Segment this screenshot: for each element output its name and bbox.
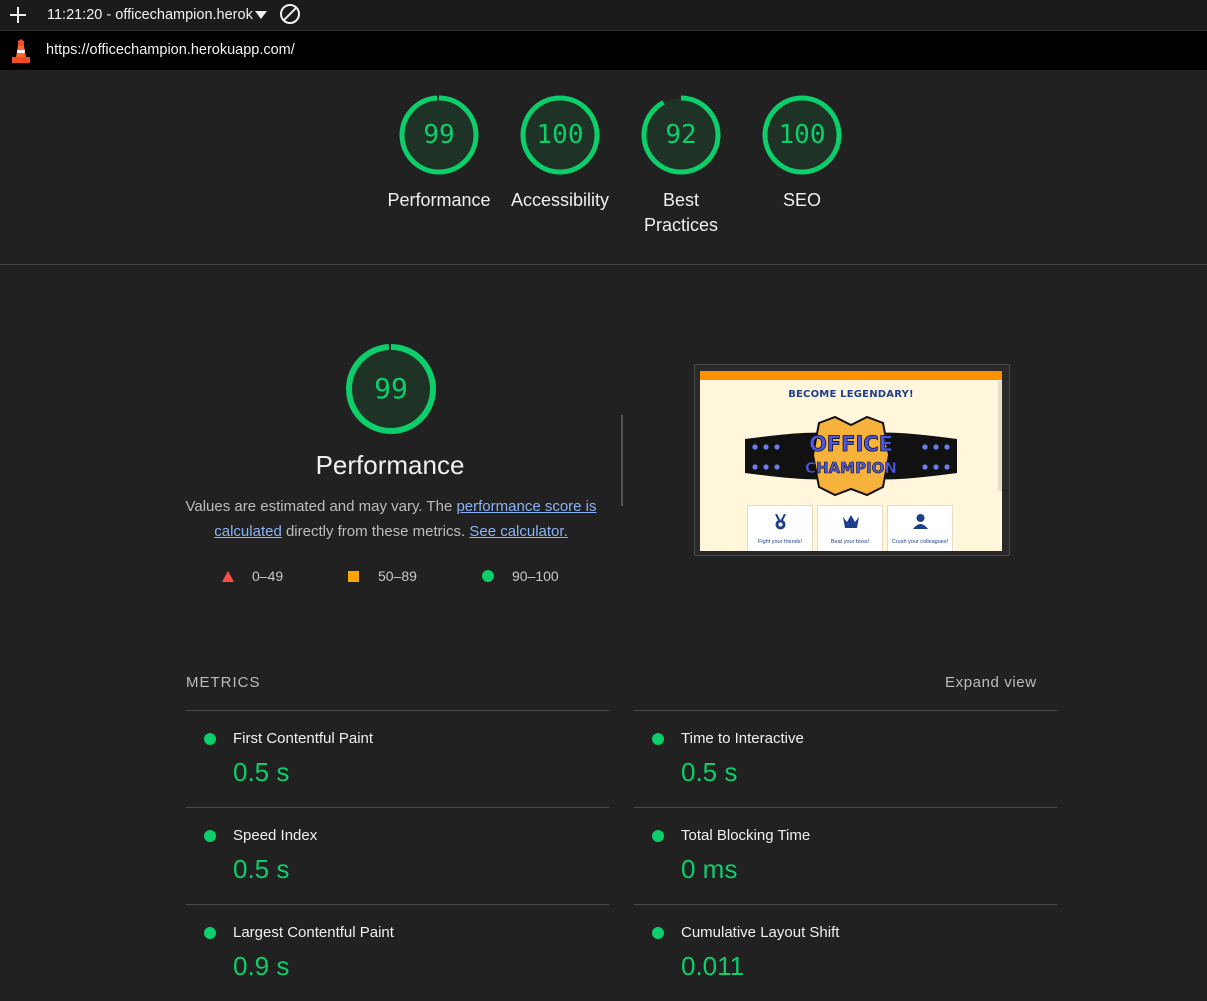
metric-value: 0.5 s	[681, 757, 738, 787]
metric-value: 0.011	[681, 951, 745, 981]
block-button[interactable]	[277, 1, 303, 27]
pass-circle-icon	[652, 830, 664, 842]
metric-largest-contentful-paint: Largest Contentful Paint 0.9 s	[186, 904, 609, 1001]
metric-total-blocking-time: Total Blocking Time 0 ms	[634, 807, 1057, 904]
user-icon	[913, 514, 928, 529]
performance-title: Performance	[315, 450, 465, 480]
gauge-label: Accessibility	[510, 190, 610, 210]
expand-view-button[interactable]: Expand view	[945, 674, 1037, 691]
metric-name: First Contentful Paint	[233, 730, 374, 747]
screenshot-navbar	[700, 371, 1002, 380]
pass-circle-icon	[652, 733, 664, 745]
address-bar[interactable]: https://officechampion.herokuapp.com/	[0, 31, 1207, 70]
gauge-label: Best Practices	[643, 190, 719, 235]
plus-icon	[10, 7, 26, 23]
performance-score: 99	[374, 372, 408, 405]
metrics-title: METRICS	[186, 674, 261, 691]
circle-icon	[482, 570, 494, 582]
gauge-ring: 100	[761, 94, 843, 176]
gauge-score: 92	[665, 120, 697, 150]
gauge-accessibility[interactable]: 100 Accessibility	[500, 94, 620, 213]
screenshot-card: Fight your friends!	[747, 505, 813, 551]
metric-name: Cumulative Layout Shift	[681, 924, 840, 941]
see-calculator-link[interactable]: See calculator.	[469, 523, 567, 540]
metric-speed-index: Speed Index 0.5 s	[186, 807, 609, 904]
caret-down-icon[interactable]	[253, 7, 269, 23]
metric-name: Largest Contentful Paint	[233, 924, 394, 941]
tab-title: 11:21:20 - officechampion.herokuapp.com	[47, 7, 253, 23]
metric-value: 0.5 s	[233, 854, 290, 884]
legend-fail: 0–49	[222, 566, 283, 586]
final-screenshot[interactable]: BECOME LEGENDARY! OFFICE CHAMPION Fight …	[694, 364, 1010, 556]
belt-text-top: OFFICE	[809, 432, 893, 456]
legend-range: 90–100	[512, 568, 559, 584]
gauge-score: 100	[536, 120, 584, 150]
legend-pass: 90–100	[482, 566, 559, 586]
crown-icon	[843, 515, 859, 528]
card-text: Fight your friends!	[757, 539, 803, 545]
score-gauges: 99 Performance 100 Accessibility 92 Best…	[0, 70, 1207, 265]
performance-gauge: 99	[345, 343, 437, 435]
card-text: Beat your boss!	[830, 539, 870, 545]
metric-cumulative-layout-shift: Cumulative Layout Shift 0.011	[634, 904, 1057, 1001]
metric-value: 0 ms	[681, 854, 738, 884]
legend-range: 0–49	[252, 568, 284, 584]
gauge-ring: 92	[640, 94, 722, 176]
card-text: Crush your colleagues!	[891, 539, 949, 545]
vertical-divider	[621, 415, 623, 506]
desc-prefix: Values are estimated and may vary. The	[185, 498, 457, 515]
gauge-ring: 99	[398, 94, 480, 176]
gauge-best-practices[interactable]: 92 Best Practices	[621, 94, 741, 238]
metric-value: 0.5 s	[233, 757, 290, 787]
gauge-label: SEO	[782, 190, 821, 210]
screenshot-heading: BECOME LEGENDARY!	[788, 389, 914, 400]
screenshot-card: Beat your boss!	[817, 505, 883, 551]
medal-icon	[775, 514, 786, 530]
pass-circle-icon	[652, 927, 664, 939]
gauge-score: 99	[423, 120, 455, 150]
metric-value: 0.9 s	[233, 951, 290, 981]
legend-range: 50–89	[378, 568, 417, 584]
tab-bar: 11:21:20 - officechampion.herokuapp.com	[0, 0, 1207, 31]
url-text: https://officechampion.herokuapp.com/	[46, 42, 295, 58]
metric-time-to-interactive: Time to Interactive 0.5 s	[634, 710, 1057, 807]
metric-name: Time to Interactive	[681, 730, 804, 747]
belt-text-bottom: CHAMPION	[805, 459, 897, 477]
pass-circle-icon	[204, 927, 216, 939]
gauge-ring: 100	[519, 94, 601, 176]
screenshot-card: Crush your colleagues!	[887, 505, 953, 551]
performance-description: Values are estimated and may vary. The p…	[185, 494, 597, 544]
gauge-performance[interactable]: 99 Performance	[379, 94, 499, 213]
triangle-icon	[222, 570, 234, 582]
metric-name: Speed Index	[233, 827, 318, 844]
desc-middle: directly from these metrics.	[281, 523, 470, 540]
lighthouse-icon	[10, 39, 32, 63]
square-icon	[348, 570, 359, 582]
gauge-score: 100	[778, 120, 826, 150]
metric-first-contentful-paint: First Contentful Paint 0.5 s	[186, 710, 609, 807]
tab-active[interactable]: 11:21:20 - officechampion.herokuapp.com	[38, 0, 270, 30]
championship-belt-image: OFFICE CHAMPION	[745, 415, 957, 497]
gauge-label: Performance	[387, 190, 491, 210]
pass-circle-icon	[204, 733, 216, 745]
gauge-seo[interactable]: 100 SEO	[742, 94, 862, 213]
metric-name: Total Blocking Time	[681, 827, 811, 844]
pass-circle-icon	[204, 830, 216, 842]
no-entry-icon	[280, 4, 300, 24]
screenshot-page: BECOME LEGENDARY! OFFICE CHAMPION Fight …	[700, 371, 1002, 551]
new-tab-button[interactable]	[4, 2, 32, 28]
legend-average: 50–89	[348, 566, 417, 586]
